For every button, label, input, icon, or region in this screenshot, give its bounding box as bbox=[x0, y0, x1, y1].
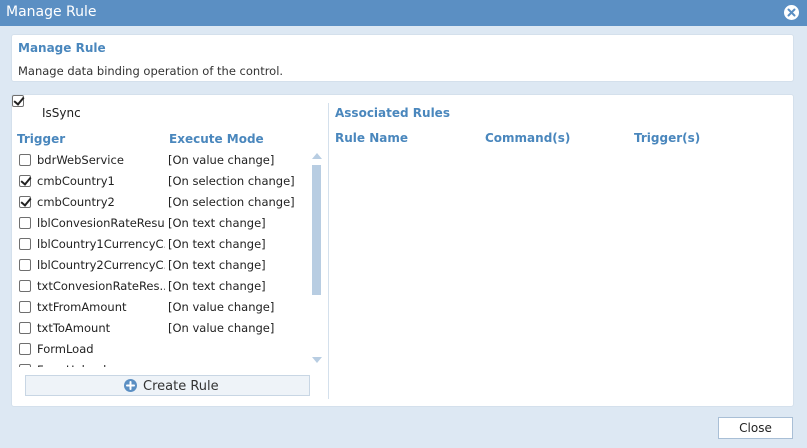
header-description: Manage data binding operation of the con… bbox=[18, 64, 284, 78]
window-title: Manage Rule bbox=[6, 4, 97, 20]
plus-circle-icon bbox=[124, 379, 137, 392]
trigger-checkbox[interactable] bbox=[19, 301, 31, 313]
associated-rules-title: Associated Rules bbox=[335, 106, 450, 120]
header-panel: Manage Rule Manage data binding operatio… bbox=[11, 34, 794, 82]
issync-label: IsSync bbox=[42, 106, 81, 120]
trigger-name: txtConvesionRateRes... bbox=[37, 279, 165, 293]
trigger-row[interactable]: cmbCountry1 [On selection change] bbox=[16, 170, 310, 191]
scroll-up-icon[interactable] bbox=[312, 153, 322, 159]
rules-panel: IsSync Trigger Execute Mode bdrWebServic… bbox=[11, 94, 794, 407]
triggers-column-header: Trigger(s) bbox=[634, 131, 701, 145]
scroll-down-icon[interactable] bbox=[312, 357, 322, 363]
trigger-row[interactable]: lblCountry2CurrencyC... [On text change] bbox=[16, 254, 310, 275]
trigger-checkbox[interactable] bbox=[19, 343, 31, 355]
trigger-row[interactable]: lblConvesionRateResult [On text change] bbox=[16, 212, 310, 233]
create-rule-button[interactable]: Create Rule bbox=[25, 375, 310, 396]
trigger-name: lblConvesionRateResult bbox=[37, 216, 165, 230]
commands-column-header: Command(s) bbox=[485, 131, 571, 145]
trigger-row[interactable]: txtConvesionRateRes... [On text change] bbox=[16, 275, 310, 296]
trigger-row[interactable]: bdrWebService [On value change] bbox=[16, 149, 310, 170]
trigger-list-scrollbar[interactable] bbox=[311, 153, 323, 363]
trigger-checkbox[interactable] bbox=[19, 322, 31, 334]
trigger-row[interactable]: lblCountry1CurrencyC... [On text change] bbox=[16, 233, 310, 254]
trigger-name: cmbCountry1 bbox=[37, 174, 115, 188]
trigger-row[interactable]: FormUnload bbox=[16, 359, 310, 367]
scrollbar-thumb[interactable] bbox=[312, 165, 321, 295]
trigger-row[interactable]: txtFromAmount [On value change] bbox=[16, 296, 310, 317]
trigger-name: FormLoad bbox=[37, 342, 94, 356]
trigger-column-header: Trigger bbox=[17, 132, 66, 146]
trigger-name: FormUnload bbox=[37, 363, 165, 367]
trigger-checkbox[interactable] bbox=[19, 217, 31, 229]
trigger-checkbox[interactable] bbox=[19, 238, 31, 250]
trigger-execute-mode: [On text change] bbox=[168, 279, 266, 293]
trigger-execute-mode: [On text change] bbox=[168, 258, 266, 272]
trigger-checkbox[interactable] bbox=[19, 196, 31, 208]
rule-name-column-header: Rule Name bbox=[335, 131, 408, 145]
trigger-name: txtFromAmount bbox=[37, 300, 127, 314]
trigger-checkbox[interactable] bbox=[19, 154, 31, 166]
trigger-row[interactable]: cmbCountry2 [On selection change] bbox=[16, 191, 310, 212]
trigger-checkbox[interactable] bbox=[19, 364, 31, 367]
title-bar: Manage Rule bbox=[0, 0, 807, 26]
trigger-name: bdrWebService bbox=[37, 153, 124, 167]
trigger-checkbox[interactable] bbox=[19, 175, 31, 187]
trigger-row[interactable]: txtToAmount [On value change] bbox=[16, 317, 310, 338]
header-title: Manage Rule bbox=[18, 41, 106, 55]
trigger-checkbox[interactable] bbox=[19, 280, 31, 292]
trigger-checkbox[interactable] bbox=[19, 259, 31, 271]
execute-mode-column-header: Execute Mode bbox=[169, 132, 264, 146]
trigger-execute-mode: [On selection change] bbox=[168, 195, 295, 209]
close-button[interactable]: Close bbox=[718, 417, 793, 439]
create-rule-label: Create Rule bbox=[143, 379, 219, 394]
trigger-name: lblCountry2CurrencyC... bbox=[37, 258, 165, 272]
close-icon[interactable] bbox=[784, 5, 799, 20]
trigger-execute-mode: [On text change] bbox=[168, 237, 266, 251]
issync-checkbox[interactable] bbox=[12, 95, 24, 107]
trigger-execute-mode: [On value change] bbox=[168, 321, 275, 335]
trigger-list: bdrWebService [On value change] cmbCountry… bbox=[16, 149, 310, 367]
trigger-execute-mode: [On text change] bbox=[168, 216, 266, 230]
trigger-execute-mode: [On selection change] bbox=[168, 174, 295, 188]
trigger-execute-mode: [On value change] bbox=[168, 153, 275, 167]
trigger-row[interactable]: FormLoad bbox=[16, 338, 310, 359]
trigger-execute-mode: [On value change] bbox=[168, 300, 275, 314]
column-divider bbox=[328, 103, 329, 399]
trigger-name: txtToAmount bbox=[37, 321, 111, 335]
trigger-name: cmbCountry2 bbox=[37, 195, 115, 209]
trigger-name: lblCountry1CurrencyC... bbox=[37, 237, 165, 251]
